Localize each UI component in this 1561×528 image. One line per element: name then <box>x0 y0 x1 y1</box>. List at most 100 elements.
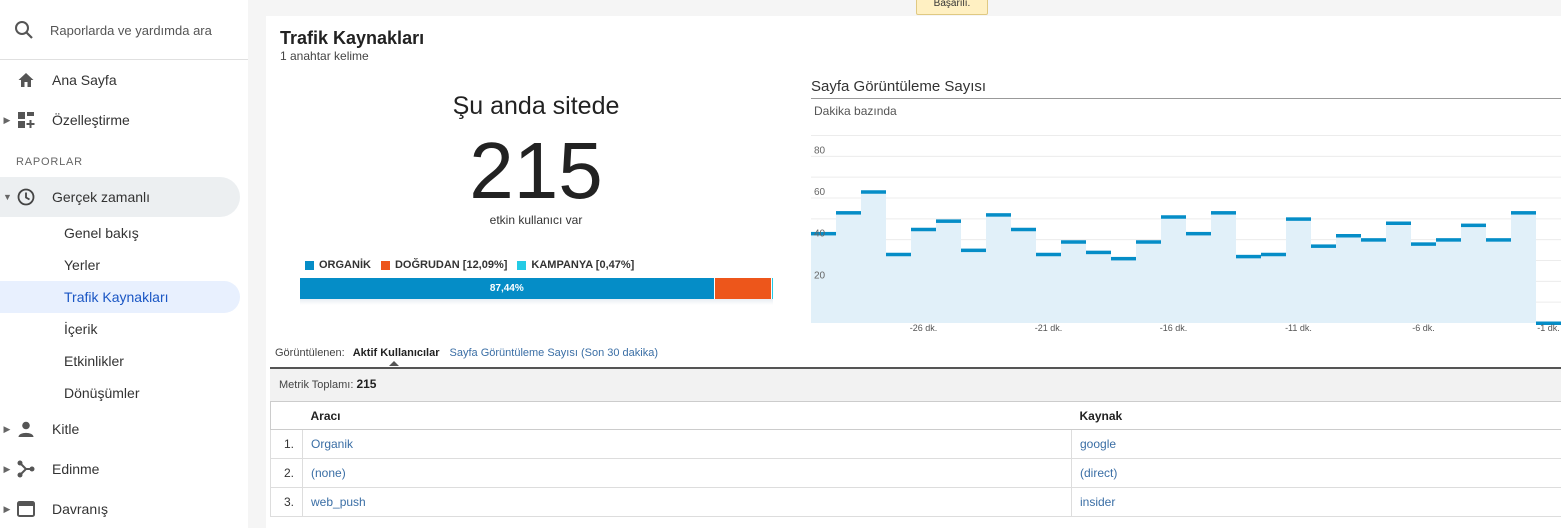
chart-bar-top <box>1186 231 1211 236</box>
row-source-link[interactable]: google <box>1071 429 1561 459</box>
tabs-label: Görüntülenen: <box>275 347 345 359</box>
sidebar-subitem-label: Dönüşümler <box>64 385 140 401</box>
row-medium-link[interactable]: Organik <box>302 429 1072 459</box>
chart-bar-fill <box>1486 239 1511 323</box>
sidebar-subitem-locations[interactable]: Yerler <box>0 249 240 281</box>
row-source-link[interactable]: insider <box>1071 487 1561 517</box>
row-source-link[interactable]: (direct) <box>1071 458 1561 488</box>
chart-bar-top <box>1136 240 1161 244</box>
caret-right-icon[interactable]: ▶ <box>3 504 11 515</box>
chart-bar-top <box>861 190 886 194</box>
sidebar-item-label: Özelleştirme <box>52 112 130 128</box>
person-icon <box>17 420 35 438</box>
table-header-row: Aracı Kaynak <box>270 401 1561 430</box>
sidebar-subitem-conversions[interactable]: Dönüşümler <box>0 377 240 409</box>
side-gutter <box>248 0 266 528</box>
header-source[interactable]: Kaynak <box>1071 401 1561 430</box>
clock-icon <box>17 188 35 206</box>
sidebar-item-audience[interactable]: ▶ Kitle <box>0 409 240 449</box>
sidebar-subitem-overview[interactable]: Genel bakış <box>0 217 240 249</box>
chart-bar-top <box>1161 215 1186 219</box>
breakdown-segment[interactable] <box>770 278 773 299</box>
chart-bar-fill <box>1236 256 1261 323</box>
sidebar-item-realtime[interactable]: ▼ Gerçek zamanlı <box>0 177 240 217</box>
sidebar-item-label: Gerçek zamanlı <box>52 189 151 205</box>
caret-right-icon[interactable]: ▶ <box>3 115 11 126</box>
caret-right-icon[interactable]: ▶ <box>3 464 11 475</box>
chart-bar-fill <box>1286 218 1311 323</box>
chart-bar-fill <box>1036 254 1061 323</box>
chart-bar-top <box>1236 254 1261 259</box>
caret-right-icon[interactable]: ▶ <box>3 424 11 435</box>
sidebar-item-behavior[interactable]: ▶ Davranış <box>0 489 240 528</box>
chart-bar-top <box>1411 242 1436 246</box>
chart-x-tick-label: -21 dk. <box>1035 323 1063 333</box>
chart-bar-top <box>1461 223 1486 228</box>
chart-bar-fill <box>886 254 911 323</box>
chart-bar-fill <box>1411 243 1436 323</box>
row-index: 2. <box>270 458 303 488</box>
chart-bar-top <box>1336 234 1361 238</box>
sidebar-subitem-events[interactable]: Etkinlikler <box>0 345 240 377</box>
chart-bar-fill <box>1086 252 1111 323</box>
section-label-reports: RAPORLAR <box>16 156 83 168</box>
row-medium-link[interactable]: (none) <box>302 458 1072 488</box>
row-index: 1. <box>270 429 303 459</box>
sidebar-item-customize[interactable]: ▶ Özelleştirme <box>0 100 240 140</box>
chart-bar-fill <box>1436 239 1461 323</box>
bar-shadow <box>300 299 773 305</box>
row-medium-link[interactable]: web_push <box>302 487 1072 517</box>
window-icon <box>17 500 35 518</box>
chart-y-tick-label: 80 <box>814 145 826 156</box>
page-title: Trafik Kaynakları <box>280 28 425 48</box>
chart-bar-top <box>1386 221 1411 225</box>
sidebar-subitem-label: Yerler <box>64 257 101 273</box>
chart-bar-top <box>1211 211 1236 215</box>
search-bar <box>0 0 248 60</box>
chart-bar-fill <box>936 220 961 323</box>
chart-bar-top <box>936 219 961 223</box>
report-main: Trafik Kaynakları 1 anahtar kelime Şu an… <box>266 16 1561 528</box>
table-row: 1. Organik google <box>270 429 1561 459</box>
metric-total: Metrik Toplamı: 215 <box>270 367 1561 401</box>
breakdown-segment[interactable] <box>713 278 771 299</box>
legend-item: DOĞRUDAN [12,09%] <box>380 259 508 271</box>
header-medium[interactable]: Aracı <box>302 401 1072 430</box>
chart-bar-fill <box>1186 233 1211 323</box>
chart-bar-top <box>1311 244 1336 248</box>
sidebar-subitem-label: Trafik Kaynakları <box>64 289 169 305</box>
chart-bar-fill <box>836 212 861 323</box>
chart-bar-fill <box>911 229 936 323</box>
chart-x-tick-label: -16 dk. <box>1160 323 1188 333</box>
legend-swatch <box>305 260 314 270</box>
legend-item: KAMPANYA [0,47%] <box>517 259 634 271</box>
header-index <box>270 401 303 430</box>
dashboard-icon <box>17 111 35 129</box>
chart-bar-top <box>1486 238 1511 242</box>
chart-y-tick-label: 60 <box>814 187 826 198</box>
sidebar-subitem-content[interactable]: İçerik <box>0 313 240 345</box>
sidebar-subitem-label: Genel bakış <box>64 225 139 241</box>
sidebar-item-label: Ana Sayfa <box>52 72 117 88</box>
search-icon[interactable] <box>14 20 34 45</box>
legend-item: ORGANİK <box>305 259 371 271</box>
breakdown-segment[interactable]: 87,44% <box>300 278 714 299</box>
sidebar-subitem-label: İçerik <box>64 321 98 337</box>
chart-x-tick-label: -6 dk. <box>1412 323 1435 333</box>
tab-pageviews[interactable]: Sayfa Görüntüleme Sayısı (Son 30 dakika) <box>450 347 659 359</box>
sidebar-subitem-traffic-sources[interactable]: Trafik Kaynakları <box>0 281 240 313</box>
chart-x-tick-label: -26 dk. <box>910 323 938 333</box>
search-input[interactable] <box>50 12 240 48</box>
caret-down-icon[interactable]: ▼ <box>3 192 12 202</box>
traffic-breakdown-bar: 87,44% <box>300 278 773 299</box>
chart-bar-fill <box>1336 235 1361 323</box>
sidebar-item-home[interactable]: Ana Sayfa <box>0 60 240 100</box>
sidebar-item-acquisition[interactable]: ▶ Edinme <box>0 449 240 489</box>
top-gutter <box>248 0 1561 16</box>
chart-bar-top <box>1061 240 1086 244</box>
tab-active-users[interactable]: Aktif Kullanıcılar <box>353 347 440 366</box>
legend-label: DOĞRUDAN [12,09%] <box>394 259 508 271</box>
chart-bar-top <box>886 252 911 257</box>
chart-x-tick-label: -1 dk. <box>1537 323 1560 333</box>
chart-bar-top <box>1361 238 1386 242</box>
